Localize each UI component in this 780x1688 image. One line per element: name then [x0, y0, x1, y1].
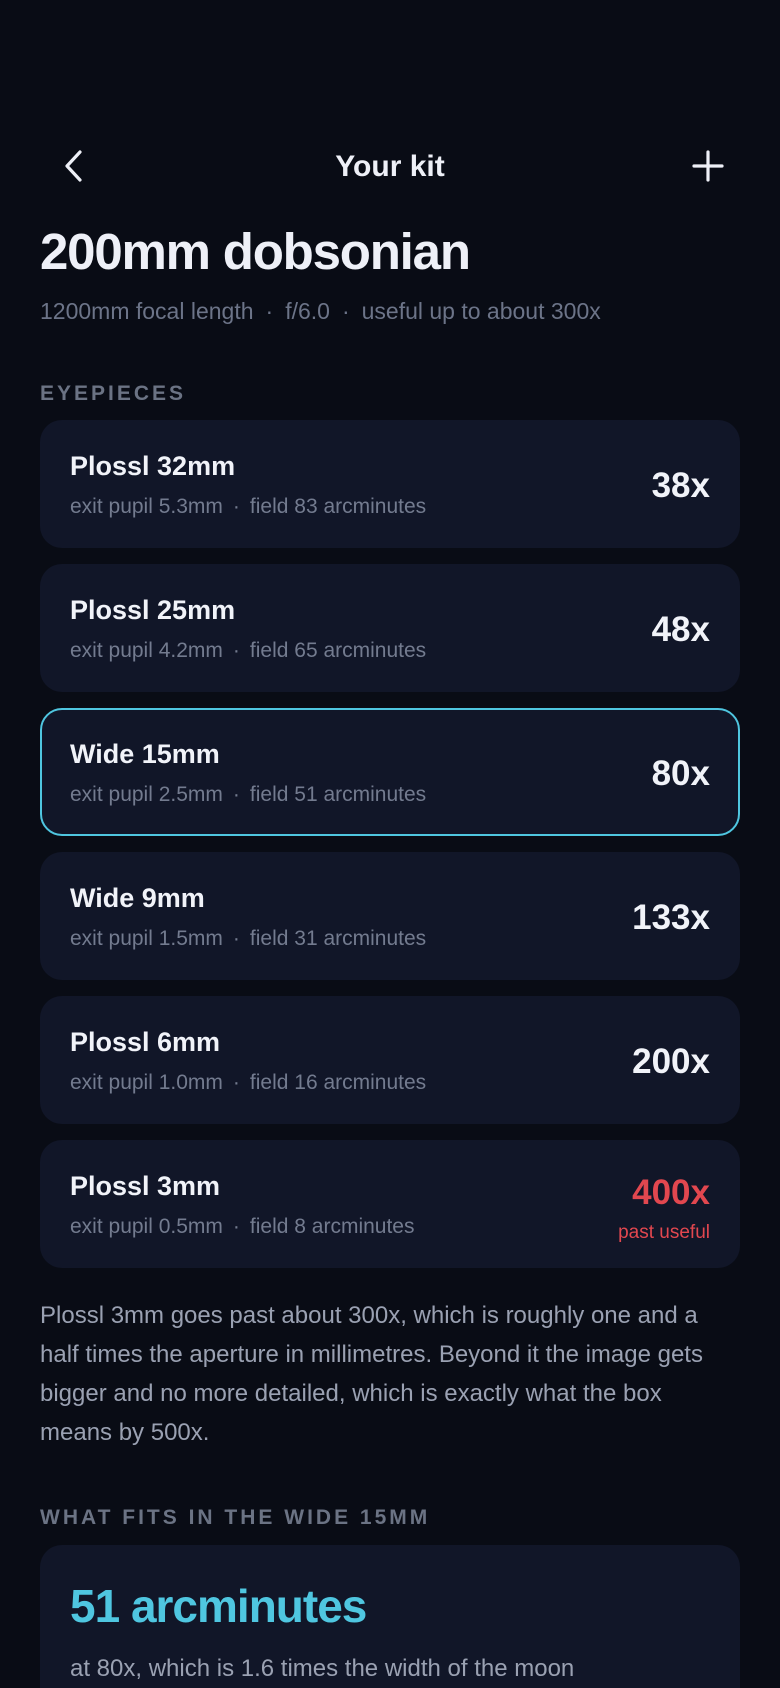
eyepiece-card[interactable]: Wide 9mm exit pupil 1.5mm · field 31 arcmin… [40, 852, 740, 980]
magnification: 38x [651, 466, 710, 505]
telescope-specs: 1200mm focal length · f/6.0 · useful up to a… [40, 298, 601, 325]
add-eyepiece-button[interactable] [686, 144, 730, 188]
eyepiece-details: exit pupil 2.5mm · field 51 arcminutes [70, 783, 426, 807]
eyepiece-card[interactable]: Plossl 3mm exit pupil 0.5mm · field 8 arcmi… [40, 1140, 740, 1268]
separator-dot: · [341, 298, 350, 324]
nav-bar: Your kit [0, 136, 780, 196]
eyepiece-name: Wide 9mm [70, 883, 205, 913]
eyepiece-details: exit pupil 5.3mm · field 83 arcminutes [70, 495, 426, 519]
page-title: Your kit [335, 150, 445, 183]
exit-pupil: exit pupil 5.3mm [70, 495, 223, 518]
exit-pupil: exit pupil 1.5mm [70, 927, 223, 950]
eyepiece-name: Plossl 3mm [70, 1171, 221, 1201]
kit-screen: Your kit 200mm dobsonian 1200mm focal le… [0, 0, 780, 1688]
eyepiece-name: Plossl 25mm [70, 595, 236, 625]
eyepiece-card[interactable]: Plossl 32mm exit pupil 5.3mm · field 83 arc… [40, 420, 740, 548]
magnification: 48x [651, 610, 710, 649]
separator-dot: · [232, 783, 240, 806]
eyepiece-card[interactable]: Wide 15mm exit pupil 2.5mm · field 51 arcmi… [40, 708, 740, 836]
eyepiece-name: Wide 15mm [70, 739, 220, 769]
eyepiece-details: exit pupil 4.2mm · field 65 arcminutes [70, 639, 426, 663]
magnification: 133x [632, 898, 710, 937]
separator-dot: · [232, 495, 240, 518]
field-of-view: field 65 arcminutes [249, 639, 427, 662]
useful-magnification: useful up to about 300x [361, 298, 601, 324]
plus-icon [692, 150, 724, 182]
field-of-view: field 8 arcminutes [249, 1215, 415, 1238]
eyepiece-details: exit pupil 1.5mm · field 31 arcminutes [70, 927, 426, 951]
separator-dot: · [232, 639, 240, 662]
magnification: 200x [632, 1042, 710, 1081]
focal-ratio: f/6.0 [285, 298, 330, 324]
eyepieces-heading: EYEPIECES [40, 382, 187, 405]
field-of-view-card: 51 arcminutes at 80x, which is 1.6 times… [40, 1545, 740, 1688]
separator-dot: · [232, 927, 240, 950]
field-of-view-value: 51 arcminutes [70, 1580, 367, 1632]
overmagnification-note: Plossl 3mm goes past about 300x, which i… [40, 1302, 703, 1446]
eyepiece-card[interactable]: Plossl 25mm exit pupil 4.2mm · field 65 arc… [40, 564, 740, 692]
separator-dot: · [232, 1215, 240, 1238]
eyepiece-details: exit pupil 0.5mm · field 8 arcminutes [70, 1215, 414, 1239]
telescope-name: 200mm dobsonian [40, 223, 471, 280]
exit-pupil: exit pupil 1.0mm [70, 1071, 223, 1094]
exit-pupil: exit pupil 0.5mm [70, 1215, 223, 1238]
field-of-view: field 83 arcminutes [249, 495, 427, 518]
exit-pupil: exit pupil 2.5mm [70, 783, 223, 806]
focal-length: 1200mm focal length [40, 298, 254, 324]
past-useful-warning: past useful [618, 1222, 710, 1243]
field-of-view: field 51 arcminutes [249, 783, 427, 806]
eyepiece-name: Plossl 32mm [70, 451, 236, 481]
magnification: 80x [651, 754, 710, 793]
exit-pupil: exit pupil 4.2mm [70, 639, 223, 662]
separator-dot: · [265, 298, 274, 324]
fit-heading: WHAT FITS IN THE WIDE 15MM [40, 1506, 431, 1529]
eyepiece-details: exit pupil 1.0mm · field 16 arcminutes [70, 1071, 426, 1095]
separator-dot: · [232, 1071, 240, 1094]
field-of-view: field 16 arcminutes [249, 1071, 427, 1094]
field-of-view: field 31 arcminutes [249, 927, 427, 950]
magnification: 400x [632, 1173, 710, 1212]
eyepiece-card[interactable]: Plossl 6mm exit pupil 1.0mm · field 16 arcm… [40, 996, 740, 1124]
field-of-view-description: at 80x, which is 1.6 times the width of … [70, 1655, 575, 1682]
eyepiece-name: Plossl 6mm [70, 1027, 221, 1057]
